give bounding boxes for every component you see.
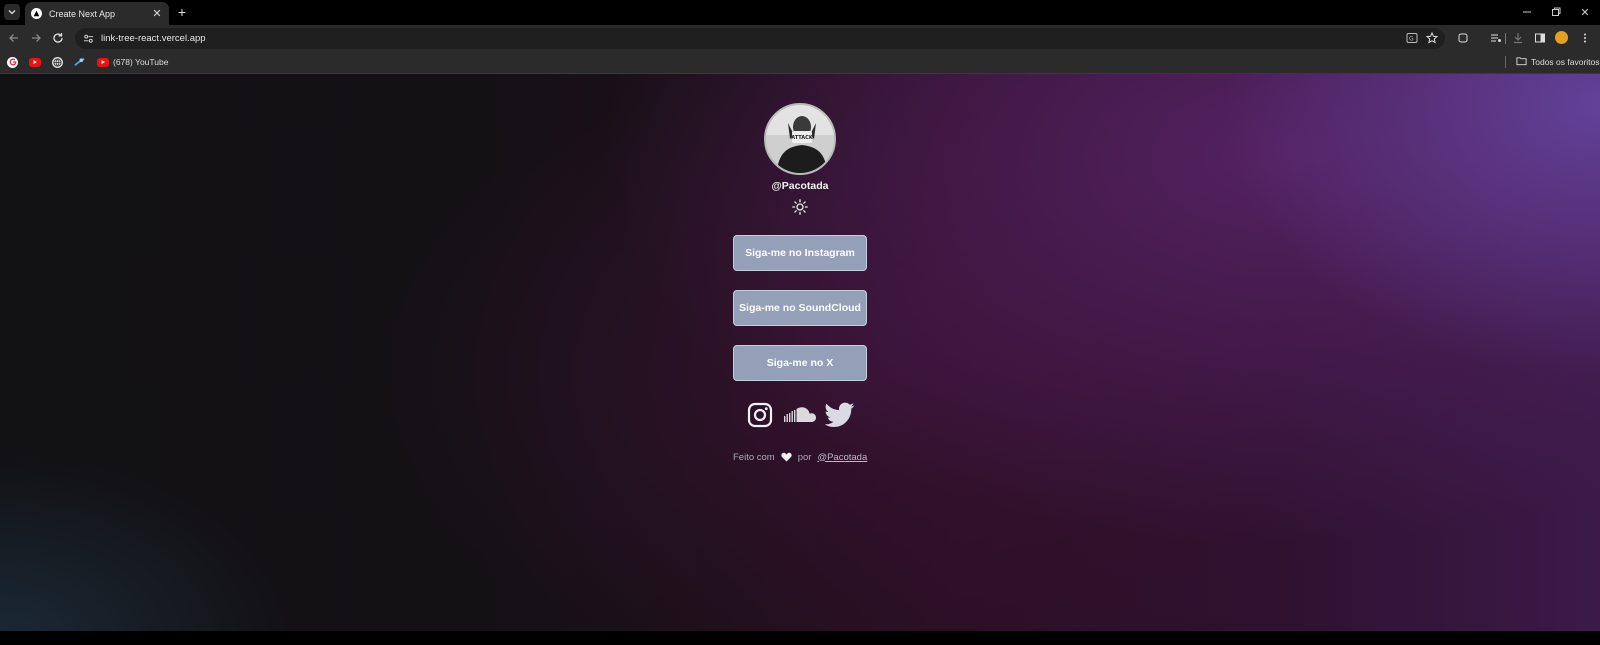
youtube-icon <box>97 57 109 67</box>
instagram-link-button[interactable]: Siga-me no Instagram <box>733 235 867 271</box>
bookmark-globe[interactable] <box>52 56 63 68</box>
footer: Feito com por @Pacotada <box>733 450 873 464</box>
tab-search-button[interactable] <box>4 4 20 20</box>
all-bookmarks-label: Todos os favoritos <box>1531 57 1600 67</box>
globe-icon <box>52 56 63 68</box>
theme-toggle-sun-icon[interactable] <box>791 198 809 216</box>
window-bottom-edge <box>0 631 1600 645</box>
footer-author-link[interactable]: @Pacotada <box>817 452 867 463</box>
youtube-icon <box>29 57 41 67</box>
profile-handle: @Pacotada <box>771 180 829 192</box>
new-tab-button[interactable]: + <box>174 4 190 20</box>
bookmarks-bar: (678) YouTube Todos os favoritos <box>0 51 1600 74</box>
footer-prefix: Feito com <box>733 451 775 463</box>
close-window-icon[interactable]: ✕ <box>1575 4 1595 20</box>
heart-icon <box>781 452 792 462</box>
toolbar-separator <box>1505 33 1506 44</box>
svg-text:ATTACK: ATTACK <box>791 135 814 141</box>
bookmarks-separator <box>1505 56 1506 68</box>
media-control-icon[interactable] <box>1489 31 1503 45</box>
google-icon <box>7 56 18 68</box>
active-tab[interactable]: Create Next App ✕ <box>25 2 169 25</box>
extensions-icon[interactable] <box>1456 31 1470 45</box>
nextjs-favicon-icon <box>31 8 42 19</box>
side-panel-icon[interactable] <box>1533 31 1547 45</box>
bookmark-youtube-1[interactable] <box>29 56 41 68</box>
forward-icon[interactable] <box>28 30 44 46</box>
twitter-icon[interactable] <box>824 400 856 430</box>
tab-title: Create Next App <box>49 8 116 19</box>
back-icon[interactable] <box>6 30 22 46</box>
reload-icon[interactable] <box>50 30 66 46</box>
site-settings-icon[interactable] <box>81 32 95 46</box>
address-bar[interactable]: link-tree-react.vercel.app G <box>75 28 1445 49</box>
minimize-icon[interactable] <box>1517 4 1537 20</box>
bookmark-google[interactable] <box>7 56 18 68</box>
profile-avatar-image: ATTACK <box>764 103 836 175</box>
close-tab-icon[interactable]: ✕ <box>151 8 163 20</box>
folder-icon <box>1516 53 1527 71</box>
footer-middle: por <box>797 451 812 463</box>
all-bookmarks-folder[interactable]: Todos os favoritos <box>1516 56 1600 68</box>
steam-icon <box>74 57 85 68</box>
soundcloud-link-button[interactable]: Siga-me no SoundCloud <box>733 290 867 326</box>
download-icon[interactable] <box>1511 31 1525 45</box>
url-text: link-tree-react.vercel.app <box>101 33 206 44</box>
instagram-icon[interactable] <box>745 400 775 430</box>
page-background: ATTACK @Pacotada Siga-me no Instagram Si… <box>0 74 1600 645</box>
menu-icon[interactable] <box>1578 31 1592 45</box>
bookmark-steam[interactable] <box>74 56 85 68</box>
translate-icon[interactable]: G <box>1405 31 1419 45</box>
bookmark-youtube-2[interactable]: (678) YouTube <box>97 56 168 68</box>
svg-text:G: G <box>1409 36 1414 43</box>
soundcloud-icon[interactable] <box>783 400 817 430</box>
profile-avatar[interactable] <box>1555 31 1568 44</box>
bookmark-star-icon[interactable] <box>1425 31 1439 45</box>
browser-toolbar: link-tree-react.vercel.app G <box>0 25 1600 51</box>
tab-strip: Create Next App ✕ + ✕ <box>0 0 1600 25</box>
chevron-down-icon <box>8 10 16 15</box>
restore-icon[interactable] <box>1546 4 1566 20</box>
x-link-button[interactable]: Siga-me no X <box>733 345 867 381</box>
bookmark-label: (678) YouTube <box>113 57 169 67</box>
